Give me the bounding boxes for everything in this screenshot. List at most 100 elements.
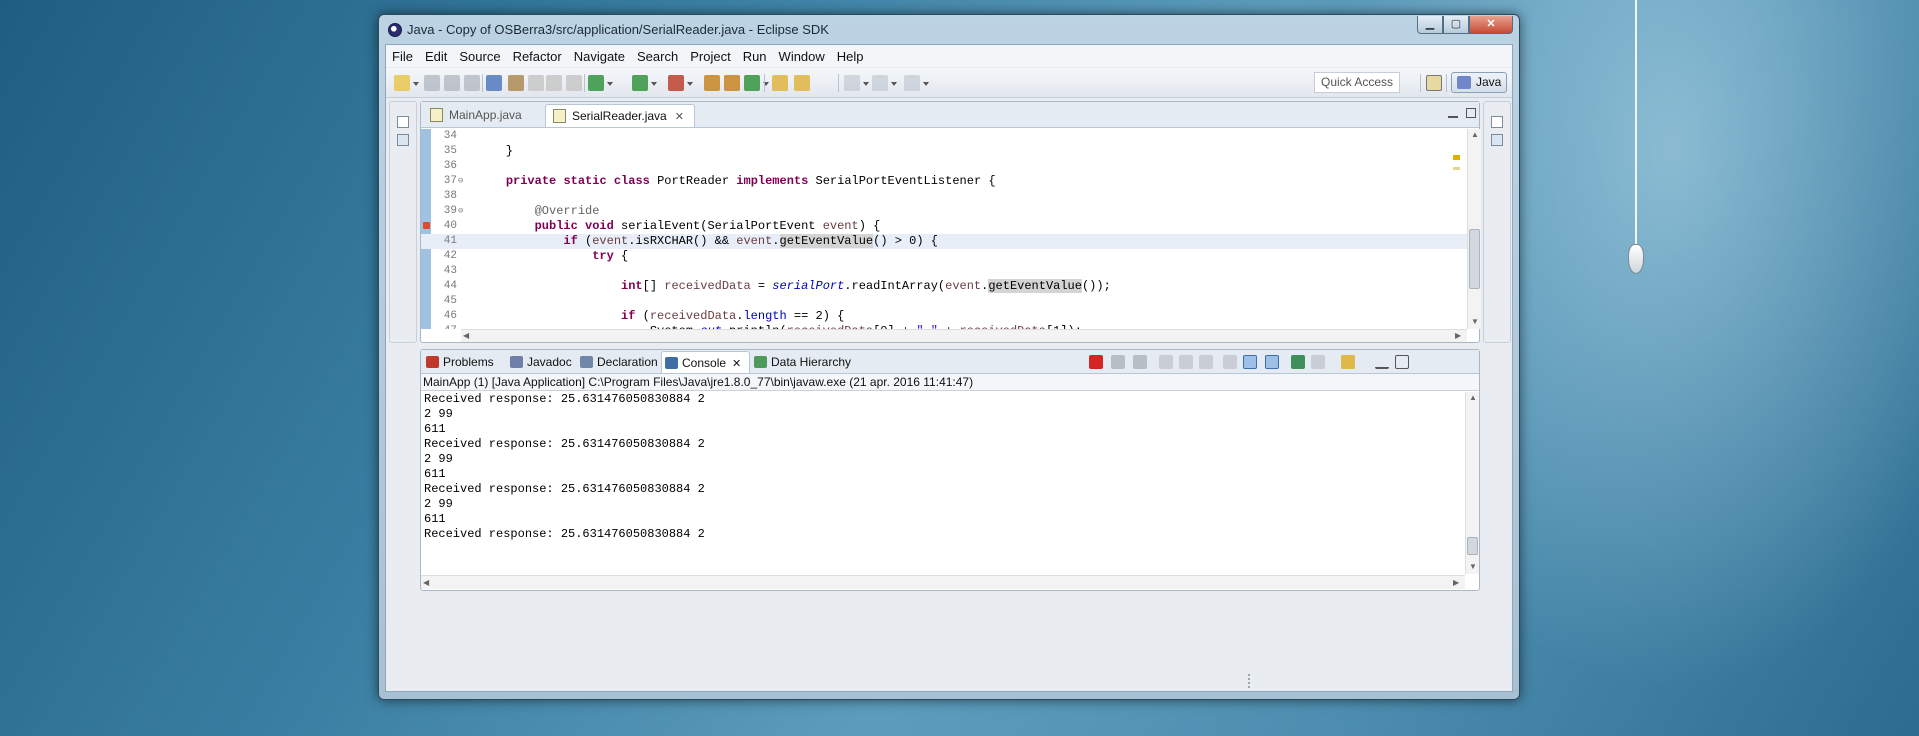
print-icon[interactable] xyxy=(464,75,480,91)
editor-tab-serialreader-java[interactable]: SerialReader.java ✕ xyxy=(545,104,695,127)
scroll-right-icon[interactable]: ▶ xyxy=(1453,578,1459,587)
tab-declaration[interactable]: Declaration xyxy=(577,351,658,373)
title-bar[interactable]: Java - Copy of OSBerra3/src/application/… xyxy=(379,15,1519,45)
save-icon[interactable] xyxy=(424,75,440,91)
external-tools-icon[interactable] xyxy=(668,75,684,91)
console-output[interactable]: Received response: 25.631476050830884 22… xyxy=(421,392,1465,574)
word-wrap-icon[interactable] xyxy=(1199,355,1213,369)
scroll-down-icon[interactable]: ▼ xyxy=(1469,562,1477,571)
dropdown-arrow-icon[interactable] xyxy=(863,82,869,86)
code-text-area[interactable]: 34 35 } 36 37 ⊖ private static class PortRea… xyxy=(421,129,1467,329)
tab-data-hierarchy[interactable]: Data Hierarchy xyxy=(751,351,851,373)
dropdown-arrow-icon[interactable] xyxy=(651,82,657,86)
menu-search[interactable]: Search xyxy=(637,49,678,64)
last-edit-icon[interactable] xyxy=(844,75,860,91)
prev-annotation-icon[interactable] xyxy=(546,75,562,91)
occurrence-overview-marker[interactable] xyxy=(1453,167,1460,170)
open-task-icon[interactable] xyxy=(772,75,788,91)
status-bar-grip[interactable] xyxy=(1248,674,1250,688)
pin-console-icon[interactable] xyxy=(1223,355,1237,369)
new-package-icon[interactable] xyxy=(724,75,740,91)
scroll-right-icon[interactable]: ▶ xyxy=(1455,331,1461,340)
new-icon[interactable] xyxy=(394,75,410,91)
editor-scroll-thumb[interactable] xyxy=(1469,229,1480,289)
new-java-project-icon[interactable] xyxy=(704,75,720,91)
new-class-icon[interactable] xyxy=(744,75,760,91)
scroll-lock-icon[interactable] xyxy=(1179,355,1193,369)
close-button[interactable]: ✕ xyxy=(1469,16,1513,34)
menu-window[interactable]: Window xyxy=(779,49,825,64)
dropdown-arrow-icon[interactable] xyxy=(607,82,613,86)
dropdown-arrow-icon[interactable] xyxy=(687,82,693,86)
show-stderr-icon[interactable] xyxy=(1265,355,1279,369)
fold-toggle-icon[interactable]: ⊖ xyxy=(458,204,463,219)
console-scroll-thumb[interactable] xyxy=(1467,537,1478,555)
restore-icon[interactable] xyxy=(1491,116,1503,128)
code-token: ()); xyxy=(1081,279,1111,293)
close-tab-icon[interactable]: ✕ xyxy=(732,358,741,370)
console-horizontal-scrollbar[interactable]: ◀ ▶ xyxy=(421,575,1465,589)
scroll-left-icon[interactable]: ◀ xyxy=(463,331,469,340)
maximize-button[interactable]: ▢ xyxy=(1443,16,1469,34)
menu-file[interactable]: File xyxy=(392,49,413,64)
scroll-left-icon[interactable]: ◀ xyxy=(423,578,429,587)
close-tab-icon[interactable]: ✕ xyxy=(675,111,684,123)
package-explorer-icon[interactable] xyxy=(397,134,409,146)
menu-navigate[interactable]: Navigate xyxy=(574,49,625,64)
forward-icon[interactable] xyxy=(904,75,920,91)
open-type-icon[interactable] xyxy=(508,75,524,91)
new-console-icon[interactable] xyxy=(1341,355,1355,369)
minimize-icon[interactable] xyxy=(1375,355,1389,369)
java-perspective-button[interactable]: Java xyxy=(1451,72,1507,93)
maximize-icon[interactable] xyxy=(1395,355,1409,369)
menu-edit[interactable]: Edit xyxy=(425,49,447,64)
scroll-up-icon[interactable]: ▲ xyxy=(1469,393,1477,402)
remove-all-icon[interactable] xyxy=(1133,355,1147,369)
show-stdout-icon[interactable] xyxy=(1243,355,1257,369)
dropdown-arrow-icon[interactable] xyxy=(891,82,897,86)
dropdown-arrow-icon[interactable] xyxy=(923,82,929,86)
quick-access-input[interactable]: Quick Access xyxy=(1314,72,1400,93)
dropdown-arrow-icon[interactable] xyxy=(413,82,419,86)
editor-tab-mainapp-java[interactable]: MainApp.java xyxy=(423,104,532,127)
console-view: Problems Javadoc Declaration Console ✕ Data H… xyxy=(420,349,1480,591)
tab-problems[interactable]: Problems xyxy=(423,351,494,373)
save-all-icon[interactable] xyxy=(444,75,460,91)
remove-launch-icon[interactable] xyxy=(1111,355,1125,369)
warning-marker-icon[interactable] xyxy=(423,222,430,229)
warning-overview-marker[interactable] xyxy=(1453,155,1460,160)
maximize-icon[interactable] xyxy=(1466,108,1476,118)
show-whitespace-icon[interactable] xyxy=(566,75,582,91)
next-annotation-icon[interactable] xyxy=(528,75,544,91)
menu-refactor[interactable]: Refactor xyxy=(513,49,562,64)
tab-javadoc[interactable]: Javadoc xyxy=(507,351,572,373)
back-icon[interactable] xyxy=(872,75,888,91)
menu-help[interactable]: Help xyxy=(837,49,864,64)
fold-toggle-icon[interactable]: ⊖ xyxy=(458,174,463,189)
open-perspective-icon[interactable] xyxy=(1426,75,1442,91)
search-icon[interactable] xyxy=(794,75,810,91)
tab-console[interactable]: Console ✕ xyxy=(661,351,751,373)
display-console-icon[interactable] xyxy=(1311,355,1325,369)
restore-icon[interactable] xyxy=(397,116,409,128)
run-icon[interactable] xyxy=(632,75,648,91)
terminate-icon[interactable] xyxy=(1089,355,1103,369)
minimize-icon[interactable] xyxy=(1448,108,1458,118)
menu-project[interactable]: Project xyxy=(690,49,730,64)
toggle-mark-icon[interactable] xyxy=(486,75,502,91)
console-vertical-scrollbar[interactable]: ▲ ▼ xyxy=(1465,392,1479,574)
menu-source[interactable]: Source xyxy=(459,49,500,64)
editor-vertical-scrollbar[interactable]: ▲ ▼ xyxy=(1467,129,1481,329)
desktop-decoration xyxy=(1635,0,1637,248)
scroll-up-icon[interactable]: ▲ xyxy=(1471,130,1479,139)
outline-icon[interactable] xyxy=(1491,134,1503,146)
scroll-down-icon[interactable]: ▼ xyxy=(1471,317,1479,326)
debug-icon[interactable] xyxy=(588,75,604,91)
clear-console-icon[interactable] xyxy=(1159,355,1173,369)
menu-run[interactable]: Run xyxy=(743,49,767,64)
open-console-icon[interactable] xyxy=(1291,355,1305,369)
line-number: 41 xyxy=(443,235,457,247)
minimize-button[interactable]: ▁ xyxy=(1417,16,1443,34)
editor-horizontal-scrollbar[interactable]: ◀ ▶ xyxy=(461,329,1467,342)
